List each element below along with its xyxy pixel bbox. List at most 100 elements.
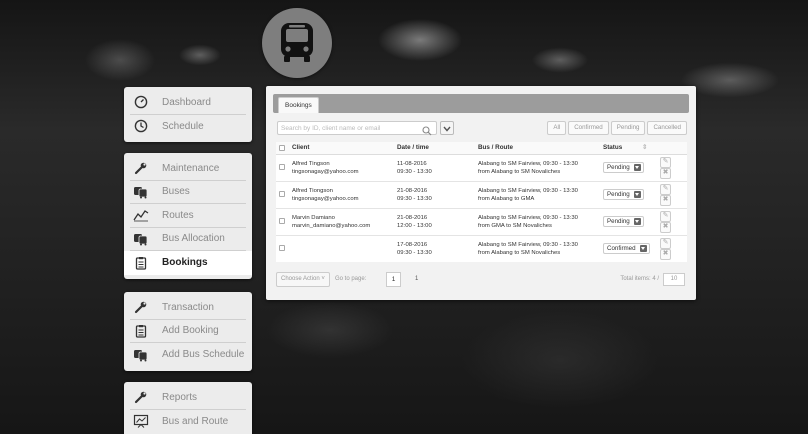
buses-icon xyxy=(130,348,152,362)
sidebar-item-bookings[interactable]: Bookings xyxy=(124,251,252,275)
booking-time: 09:30 - 13:30 xyxy=(397,168,432,175)
search-icon[interactable] xyxy=(422,123,432,141)
table-header-row: Client Date / time Bus / Route Status ⇕ xyxy=(276,142,687,155)
wrench-icon xyxy=(130,300,152,314)
filter-cancelled-button[interactable]: Cancelled xyxy=(647,121,687,135)
booking-date: 11-08-2016 xyxy=(397,160,427,167)
status-select[interactable]: Pending xyxy=(603,216,644,227)
row-checkbox[interactable] xyxy=(279,163,285,170)
client-name: Alfred Tingson xyxy=(292,160,330,167)
delete-x-icon[interactable]: ✖ xyxy=(660,221,671,233)
status-select[interactable]: Pending xyxy=(603,189,644,200)
page-total: 1 xyxy=(415,276,419,282)
sidebar-item-label: Bookings xyxy=(162,257,208,269)
sidebar-item-label: Buses xyxy=(162,186,190,198)
sidebar-item-label: Transaction xyxy=(162,301,214,313)
column-header-status[interactable]: Status ⇕ xyxy=(600,142,657,155)
wrench-icon xyxy=(130,161,152,175)
booking-date: 21-08-2016 xyxy=(397,214,428,221)
delete-x-icon[interactable]: ✖ xyxy=(660,167,671,179)
edit-pencil-icon[interactable]: ✎ xyxy=(660,237,671,249)
sidebar-item-add-bus-schedule[interactable]: Add Bus Schedule xyxy=(130,343,246,367)
edit-pencil-icon[interactable]: ✎ xyxy=(660,183,671,195)
edit-pencil-icon[interactable]: ✎ xyxy=(660,156,671,168)
client-name: Marvin Damiano xyxy=(292,214,335,221)
sidebar-item-maintenance[interactable]: Maintenance xyxy=(130,157,246,181)
bus-route: Alabang to SM Fairview, 09:30 - 13:30 xyxy=(478,187,578,194)
search-dropdown-button[interactable] xyxy=(440,121,454,135)
status-value: Pending xyxy=(607,217,630,225)
client-email: tingsonagay@yahoo.com xyxy=(292,195,359,202)
column-header-date-time[interactable]: Date / time xyxy=(394,142,475,155)
delete-x-icon[interactable]: ✖ xyxy=(660,194,671,206)
sidebar-item-label: Schedule xyxy=(162,120,204,132)
status-select[interactable]: Confirmed xyxy=(603,243,650,254)
booking-date: 17-08-2016 xyxy=(397,241,428,248)
search-input[interactable] xyxy=(277,121,437,135)
filter-all-button[interactable]: All xyxy=(547,121,567,135)
tab-bar: Bookings xyxy=(273,94,689,113)
sidebar-item-schedule[interactable]: Schedule xyxy=(130,115,246,139)
bookings-panel: Bookings All Confirmed Pending Cancelled… xyxy=(266,86,696,300)
bus-logo-icon xyxy=(262,8,332,78)
bus-route: Alabang to SM Fairview, 09:30 - 13:30 xyxy=(478,241,578,248)
buses-icon xyxy=(130,185,152,199)
route-segment: from Alabang to GMA xyxy=(478,195,535,202)
client-email: marvin_damiano@yahoo.com xyxy=(292,222,371,229)
filter-pending-button[interactable]: Pending xyxy=(610,121,646,135)
delete-x-icon[interactable]: ✖ xyxy=(660,248,671,260)
table-footer: Choose Action ˅ Go to page: 1 Total item… xyxy=(276,272,687,290)
bookings-table: Client Date / time Bus / Route Status ⇕ … xyxy=(276,142,687,262)
sidebar-item-transaction[interactable]: Transaction xyxy=(130,296,246,320)
table-row[interactable]: 17-08-2016 09:30 - 13:30 Alabang to SM Fa… xyxy=(276,234,687,262)
bus-route: Alabang to SM Fairview, 09:30 - 13:30 xyxy=(478,160,578,167)
chevron-down-icon xyxy=(633,218,641,225)
client-email: tingsonagay@yahoo.com xyxy=(292,168,359,175)
items-per-page-select[interactable]: 10 xyxy=(663,273,685,286)
sidebar-item-label: Maintenance xyxy=(162,162,220,174)
route-segment: from GMA to SM Novaliches xyxy=(478,222,552,229)
column-header-bus-route[interactable]: Bus / Route xyxy=(475,142,600,155)
booking-date: 21-08-2016 xyxy=(397,187,428,194)
row-checkbox[interactable] xyxy=(279,217,285,224)
sidebar-item-reports[interactable]: Reports xyxy=(130,386,246,410)
client-name: Alfred Tiongson xyxy=(292,187,333,194)
chevron-down-icon xyxy=(633,191,641,198)
sidebar-item-dashboard[interactable]: Dashboard xyxy=(130,91,246,115)
select-all-checkbox[interactable] xyxy=(279,144,285,151)
row-checkbox[interactable] xyxy=(279,190,285,197)
routes-chart-icon xyxy=(130,208,152,222)
booking-time: 09:30 - 13:30 xyxy=(397,195,432,202)
choose-action-select[interactable]: Choose Action ˅ xyxy=(276,272,330,287)
row-checkbox[interactable] xyxy=(279,244,285,251)
sidebar-item-label: Dashboard xyxy=(162,96,211,108)
presentation-icon xyxy=(130,414,152,429)
sidebar-item-label: Add Bus Schedule xyxy=(162,349,245,361)
column-header-client[interactable]: Client xyxy=(289,142,394,155)
sidebar-item-routes[interactable]: Routes xyxy=(130,204,246,228)
filter-confirmed-button[interactable]: Confirmed xyxy=(568,121,609,135)
sidebar-item-bus-allocation[interactable]: Bus Allocation xyxy=(130,228,246,251)
chevron-down-icon xyxy=(443,119,451,137)
sidebar-group-transaction: Transaction Add Booking Add Bus Schedule xyxy=(124,292,252,371)
sidebar-item-add-booking[interactable]: Add Booking xyxy=(130,320,246,343)
choose-action-label: Choose Action xyxy=(281,276,320,282)
tab-bookings[interactable]: Bookings xyxy=(278,97,319,113)
edit-pencil-icon[interactable]: ✎ xyxy=(660,210,671,222)
sidebar-group-reports: Reports Bus and Route xyxy=(124,382,252,434)
clipboard-icon xyxy=(130,324,152,338)
chevron-down-icon xyxy=(633,164,641,171)
sidebar-group-maintenance: Maintenance Buses Routes Bus Allocation … xyxy=(124,153,252,279)
table-row[interactable]: Marvin Damiano marvin_damiano@yahoo.com 2… xyxy=(276,207,687,235)
sort-icon: ⇕ xyxy=(642,144,648,152)
sidebar-item-buses[interactable]: Buses xyxy=(130,181,246,204)
status-select[interactable]: Pending xyxy=(603,162,644,173)
table-row[interactable]: Alfred Tiongson tingsonagay@yahoo.com 21-… xyxy=(276,180,687,208)
bookings-toolbar: All Confirmed Pending Cancelled xyxy=(277,121,687,136)
page-number-input[interactable] xyxy=(386,272,401,287)
table-row[interactable]: Alfred Tingson tingsonagay@yahoo.com 11-0… xyxy=(276,153,687,181)
sidebar-item-bus-and-route[interactable]: Bus and Route xyxy=(130,410,246,434)
route-segment: from Alabang to SM Novaliches xyxy=(478,168,561,175)
status-value: Pending xyxy=(607,190,630,198)
booking-time: 09:30 - 13:30 xyxy=(397,249,432,256)
